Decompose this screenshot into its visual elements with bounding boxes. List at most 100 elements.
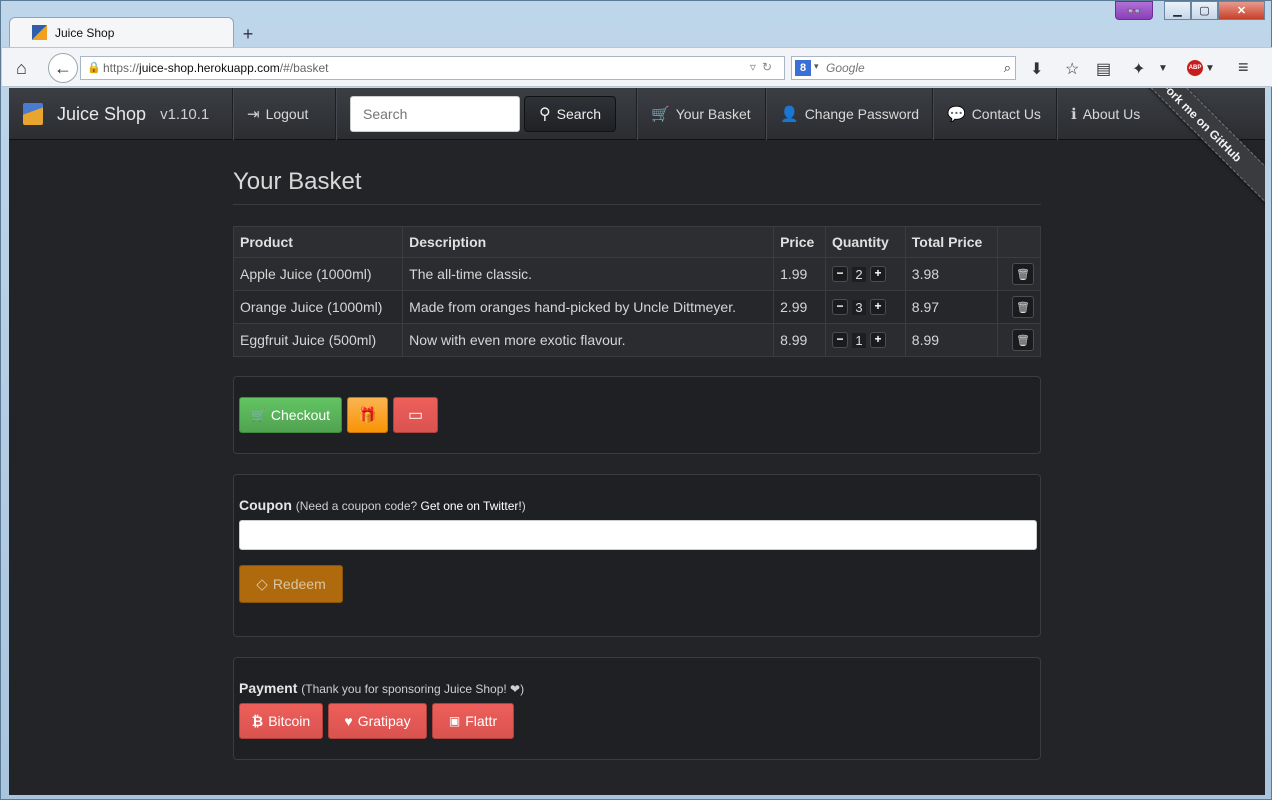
close-window-button[interactable]: ✕ — [1218, 1, 1265, 20]
gift-icon: 🎁 — [358, 407, 377, 424]
quantity-value: 3 — [851, 299, 866, 315]
bookmark-star-icon[interactable]: ☆ — [1065, 59, 1079, 79]
tab-bar: Juice Shop + — [9, 17, 262, 47]
contact-us-link[interactable]: 💬 Contact Us — [947, 88, 1041, 140]
extension-icon[interactable]: ✦ — [1132, 59, 1145, 79]
trash-icon[interactable]: 🗑 — [1012, 263, 1034, 285]
search-icon[interactable]: ⌕ — [1004, 60, 1011, 76]
search-button-label: Search — [556, 106, 602, 122]
nav-divider — [1056, 88, 1057, 140]
coupon-label: Coupon (Need a coupon code? Get one on T… — [239, 497, 526, 513]
coupon-panel: Coupon (Need a coupon code? Get one on T… — [233, 474, 1041, 637]
gift-wrap-button[interactable]: 🎁 — [347, 397, 388, 433]
coupon-title: Coupon — [239, 497, 292, 513]
contact-us-label: Contact Us — [971, 106, 1041, 122]
actions-cell: 🗑 — [997, 257, 1041, 291]
bitcoin-icon: ₿ — [251, 713, 264, 729]
checkout-button[interactable]: 🛒 Checkout — [239, 397, 342, 433]
gratipay-label: Gratipay — [357, 713, 411, 729]
credit-card-icon: ▭ — [407, 407, 424, 424]
back-button[interactable]: ← — [48, 53, 78, 83]
payment-title: Payment — [239, 680, 298, 696]
reload-icon[interactable]: ▿↻ — [750, 60, 778, 74]
menu-icon[interactable]: ≡ — [1238, 57, 1249, 78]
info-icon: ℹ — [1071, 106, 1077, 123]
maximize-button[interactable]: ▢ — [1191, 1, 1218, 20]
about-us-link[interactable]: ℹ About Us — [1071, 88, 1140, 140]
reading-list-icon[interactable]: ▤ — [1096, 59, 1111, 79]
page-title: Your Basket — [233, 168, 362, 195]
nav-divider — [335, 88, 336, 140]
decrease-quantity-button[interactable]: − — [831, 299, 848, 315]
browser-search-input[interactable]: 8 ▾ Google ⌕ — [791, 56, 1016, 80]
quantity-stepper: − 1 + — [831, 332, 899, 348]
column-header: Description — [402, 226, 775, 258]
product-description: Now with even more exotic flavour. — [402, 323, 775, 357]
user-secret-icon: 👤 — [780, 106, 799, 123]
column-header: Price — [773, 226, 826, 258]
product-name: Orange Juice (1000ml) — [232, 290, 404, 324]
redeem-label: Redeem — [272, 576, 326, 592]
bitcoin-button[interactable]: ₿ Bitcoin — [239, 703, 323, 739]
search-input[interactable] — [350, 96, 520, 132]
app-navbar: Juice Shop v1.10.1 ⇥ Logout ⚲ Search 🛒 Y… — [9, 88, 1265, 212]
bitcoin-label: Bitcoin — [268, 713, 311, 729]
minimize-button[interactable]: ▁ — [1164, 1, 1191, 20]
flattr-label: Flattr — [465, 713, 498, 729]
decrease-quantity-button[interactable]: − — [831, 266, 848, 282]
change-password-link[interactable]: 👤 Change Password — [780, 88, 919, 140]
browser-search-placeholder: Google — [826, 61, 865, 75]
trash-icon[interactable]: 🗑 — [1012, 296, 1034, 318]
brand-name: Juice Shop — [57, 103, 147, 124]
column-header: Total Price — [904, 226, 999, 258]
search-button[interactable]: ⚲ Search — [524, 96, 616, 132]
google-icon: 8 — [795, 60, 811, 76]
coupon-hint-prefix: (Need a coupon code? — [295, 499, 421, 513]
product-name: Eggfruit Juice (500ml) — [232, 323, 404, 357]
adblock-icon[interactable]: ABP — [1187, 60, 1203, 76]
redeem-button[interactable]: ◇ Redeem — [239, 565, 343, 603]
app-version: v1.10.1 — [160, 105, 210, 123]
browser-window: 👓 ▁ ▢ ✕ Juice Shop + ⌂ ← 🔒 https://juice… — [0, 0, 1272, 800]
gratipay-button[interactable]: ♥ Gratipay — [328, 703, 427, 739]
flattr-button[interactable]: ▣ Flattr — [432, 703, 514, 739]
basket-table: Product Description Price Quantity Total… — [232, 226, 1041, 357]
chevron-down-icon[interactable]: ▼ — [1205, 63, 1215, 74]
nav-divider — [636, 88, 637, 140]
juice-shop-logo-icon — [23, 103, 43, 125]
twitter-link[interactable]: Get one on Twitter! — [421, 499, 522, 513]
brand[interactable]: Juice Shop v1.10.1 — [23, 88, 209, 140]
search-icon: ⚲ — [538, 106, 551, 123]
payment-label: Payment (Thank you for sponsoring Juice … — [239, 680, 524, 696]
actions-cell: 🗑 — [997, 323, 1041, 357]
column-header — [997, 226, 1041, 258]
chevron-down-icon[interactable]: ▼ — [1158, 63, 1168, 74]
increase-quantity-button[interactable]: + — [869, 299, 886, 315]
window-controls: ▁ ▢ ✕ — [1164, 1, 1265, 20]
table-row: Orange Juice (1000ml) Made from oranges … — [232, 290, 1041, 324]
credit-card-button[interactable]: ▭ — [393, 397, 438, 433]
nav-divider — [932, 88, 933, 140]
table-row: Eggfruit Juice (500ml) Now with even mor… — [232, 323, 1041, 357]
increase-quantity-button[interactable]: + — [869, 266, 886, 282]
decrease-quantity-button[interactable]: − — [831, 332, 848, 348]
page-content: Juice Shop v1.10.1 ⇥ Logout ⚲ Search 🛒 Y… — [9, 88, 1265, 795]
download-icon[interactable]: ⬇ — [1030, 59, 1043, 79]
tab-juice-shop[interactable]: Juice Shop — [9, 17, 234, 47]
chevron-down-icon[interactable]: ▾ — [814, 61, 819, 72]
trash-icon[interactable]: 🗑 — [1012, 329, 1034, 351]
total-price: 3.98 — [904, 257, 999, 291]
your-basket-link[interactable]: 🛒 Your Basket — [651, 88, 751, 140]
coupon-input[interactable] — [239, 520, 1037, 550]
increase-quantity-button[interactable]: + — [869, 332, 886, 348]
url-path: /#/basket — [279, 61, 329, 75]
logout-link[interactable]: ⇥ Logout — [247, 88, 308, 140]
logout-icon: ⇥ — [247, 106, 260, 123]
new-tab-button[interactable]: + — [234, 21, 262, 47]
private-browsing-icon: 👓 — [1115, 1, 1153, 20]
column-header: Quantity — [824, 226, 906, 258]
address-bar[interactable]: 🔒 https://juice-shop.herokuapp.com/#/bas… — [80, 56, 785, 80]
home-icon[interactable]: ⌂ — [16, 58, 27, 79]
product-price: 8.99 — [773, 323, 826, 357]
actions-cell: 🗑 — [997, 290, 1041, 324]
